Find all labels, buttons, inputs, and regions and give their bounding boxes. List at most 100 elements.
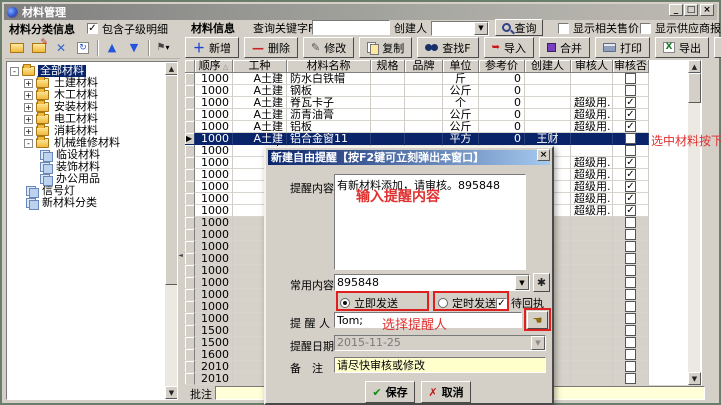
audited-checkbox[interactable]	[625, 277, 636, 288]
audited-checkbox[interactable]: ✓	[625, 121, 636, 132]
audited-checkbox[interactable]	[625, 349, 636, 360]
tree-item-label[interactable]: 机械维修材料	[52, 137, 122, 149]
audited-checkbox[interactable]	[625, 265, 636, 276]
scroll-up-icon[interactable]: ▲	[688, 60, 701, 73]
column-header[interactable]: 创建人	[525, 60, 571, 73]
tree-item[interactable]: + 安装材料	[24, 101, 100, 113]
folder-new-icon[interactable]	[7, 38, 27, 57]
scroll-down-icon[interactable]: ▼	[165, 386, 178, 399]
audited-checkbox[interactable]: ✓	[625, 157, 636, 168]
expand-icon[interactable]: +	[24, 103, 33, 112]
audited-checkbox[interactable]	[625, 289, 636, 300]
column-header[interactable]: 顺序 △	[195, 60, 233, 73]
chevron-down-icon[interactable]: ▼	[474, 22, 488, 35]
audited-checkbox[interactable]: ✓	[625, 109, 636, 120]
audited-checkbox[interactable]	[625, 361, 636, 372]
send-now-radio[interactable]: 立即发送	[340, 295, 398, 311]
remark-input[interactable]	[334, 357, 546, 373]
audited-checkbox[interactable]	[625, 241, 636, 252]
tree-item[interactable]: 装饰材料	[40, 161, 102, 173]
audited-checkbox[interactable]: ✓	[625, 205, 636, 216]
修改-button[interactable]: ✎修改	[303, 37, 354, 58]
up-icon[interactable]: ▲	[102, 38, 122, 57]
导入-button[interactable]: ➥导入	[484, 37, 534, 58]
query-button[interactable]: 查询	[495, 19, 543, 36]
audited-checkbox[interactable]	[625, 253, 636, 264]
audited-checkbox[interactable]	[625, 217, 636, 228]
table-scrollbar[interactable]: ▲ ▼	[687, 60, 700, 385]
audited-checkbox[interactable]	[625, 133, 636, 144]
新增-button[interactable]: ＋新增	[185, 37, 239, 58]
audited-checkbox[interactable]	[625, 337, 636, 348]
include-children-checkbox[interactable]: ✓ 包含子级明细	[87, 21, 168, 37]
expand-icon[interactable]: +	[24, 79, 33, 88]
column-header[interactable]: 工种	[233, 60, 287, 73]
audited-checkbox[interactable]	[625, 373, 636, 384]
table-scroll-thumb[interactable]	[688, 73, 701, 103]
column-header[interactable]: 单位	[443, 60, 479, 73]
合并-button[interactable]: 合并	[539, 37, 590, 58]
audited-checkbox[interactable]	[625, 145, 636, 156]
minimize-button[interactable]: _	[669, 4, 683, 16]
tree-scroll-thumb[interactable]	[165, 75, 178, 285]
tree-item[interactable]: 新材料分类	[26, 197, 99, 209]
tree-item-label[interactable]: 安装材料	[52, 101, 100, 113]
close-button[interactable]: ×	[700, 4, 714, 16]
tree-scrollbar[interactable]: ▲ ▼	[164, 62, 177, 399]
审核-button[interactable]: 审核	[714, 37, 721, 58]
collapse-icon[interactable]: -	[10, 67, 19, 76]
tree-item-label[interactable]: 电工材料	[52, 113, 100, 125]
collapse-icon[interactable]: -	[24, 139, 33, 148]
down-icon[interactable]: ▼	[124, 38, 144, 57]
folder-edit-icon[interactable]	[29, 38, 49, 57]
查找F-button[interactable]: 查找F	[417, 37, 478, 58]
导出-button[interactable]: X导出	[655, 37, 709, 58]
column-header[interactable]: 审核人	[571, 60, 613, 73]
audited-checkbox[interactable]	[625, 301, 636, 312]
expand-icon[interactable]: +	[24, 127, 33, 136]
audited-checkbox[interactable]: ✓	[625, 181, 636, 192]
audited-checkbox[interactable]: ✓	[625, 97, 636, 108]
tree-item[interactable]: 临设材料	[40, 149, 102, 161]
column-header[interactable]: 规格	[371, 60, 405, 73]
tree-item[interactable]: 办公用品	[40, 173, 102, 185]
tree-item[interactable]: + 土建材料	[24, 77, 100, 89]
receipt-checkbox[interactable]: ✓ 待回执	[496, 295, 544, 311]
delete-x-icon[interactable]: ✕	[51, 38, 71, 57]
column-header[interactable]: 审核否	[613, 60, 649, 73]
reminder-person-input[interactable]	[334, 312, 522, 328]
refresh-icon[interactable]: ↻	[73, 38, 93, 57]
audited-checkbox[interactable]	[625, 229, 636, 240]
column-header[interactable]: 品牌	[405, 60, 443, 73]
tree-item[interactable]: +木工材料	[24, 89, 100, 101]
cancel-button[interactable]: ✗ 取消	[421, 381, 471, 403]
删除-button[interactable]: —删除	[244, 37, 298, 58]
tree-item-label[interactable]: 全部材料	[38, 65, 86, 77]
audited-checkbox[interactable]: ✓	[625, 193, 636, 204]
tree-item[interactable]: - 全部材料	[10, 65, 86, 77]
tree-item[interactable]: + 电工材料	[24, 113, 100, 125]
send-timed-radio[interactable]: 定时发送	[438, 295, 496, 311]
dialog-close-icon[interactable]: ×	[537, 149, 550, 161]
expand-icon[interactable]: +	[24, 115, 33, 124]
show-sale-price-checkbox[interactable]: 显示相关售价	[558, 20, 639, 36]
chevron-down-icon[interactable]: ▼	[515, 275, 529, 290]
audited-checkbox[interactable]	[625, 85, 636, 96]
tree-item-label[interactable]: 新材料分类	[40, 197, 99, 209]
tree-item-label[interactable]: 消耗材料	[52, 125, 100, 137]
tree-item-label[interactable]: 土建材料	[52, 77, 100, 89]
common-content-combobox[interactable]: 895848 ▼	[334, 274, 530, 291]
打印-button[interactable]: 打印	[595, 37, 650, 58]
column-header[interactable]: 参考价	[479, 60, 525, 73]
scroll-down-icon[interactable]: ▼	[688, 372, 701, 385]
creator-combobox[interactable]: ▼	[431, 21, 489, 36]
复制-button[interactable]: 复制	[359, 37, 412, 58]
tree-item-label[interactable]: 办公用品	[54, 173, 102, 185]
tree-item-label[interactable]: 临设材料	[54, 149, 102, 161]
tree-item[interactable]: 信号灯	[26, 185, 77, 197]
audited-checkbox[interactable]	[625, 73, 636, 84]
audited-checkbox[interactable]: ✓	[625, 169, 636, 180]
keyword-input[interactable]	[312, 20, 390, 35]
expand-icon[interactable]: +	[24, 91, 33, 100]
tree-item[interactable]: - 机械维修材料	[24, 137, 122, 149]
